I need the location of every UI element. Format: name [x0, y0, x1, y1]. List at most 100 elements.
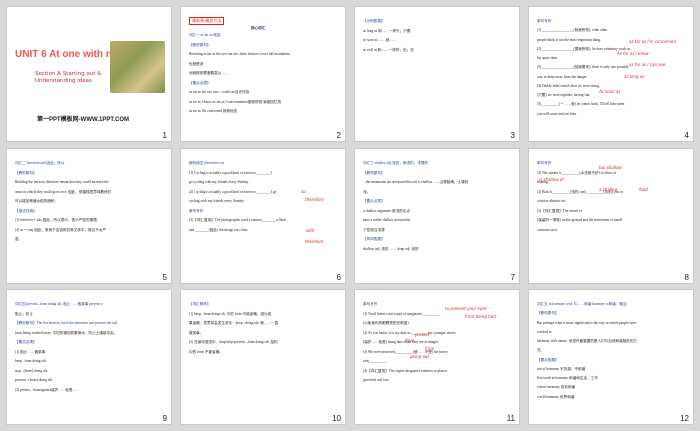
slide-text-line: 【要点点拨】	[189, 80, 211, 85]
answer-annotation: as far as I'm concerned	[629, 39, 676, 44]
slide-text-line: (3)【词汇复现】The photographer used a camera_…	[189, 218, 286, 222]
slide-text-line: (2) As you know, it is my duty to_______…	[363, 330, 456, 335]
slide-text-line: (5)__________(一……就) he comes back, I'll …	[537, 102, 625, 107]
slide-text-line: (1) keep...from doing sth. 中的 from 不能省略，…	[189, 311, 272, 316]
slide-text-line: 密。	[15, 237, 23, 241]
slide-text-line: as far as I'm concerned 就我而言	[189, 109, 238, 113]
slide-thumbnail-12[interactable]: 词汇五 in harmony with 与……和谐 harmony n.和谐，融…	[528, 289, 694, 425]
answer-annotation: too shallow	[599, 165, 622, 170]
slide-text-line: (3)__________________(就我看来), there is on…	[537, 65, 629, 70]
slide-number: 9	[162, 414, 167, 423]
slide-thumbnail-4[interactable]: 单句写作 (1)__________________(就我所知), what ot…	[528, 6, 694, 142]
answer-annotation: As far as I know	[617, 51, 649, 56]
slide-text-line: out of harmony 不协调，不和谐	[537, 366, 586, 371]
slide-text-line: 【要点拓展】	[537, 357, 559, 362]
slide-number: 2	[336, 131, 341, 140]
slide-text-line: 词汇五 in harmony with 与……和谐 harmony n.和谐，融…	[537, 302, 627, 306]
slide-text-line: harmony with nature. 但或许最重要的是人们与自然和谐相处的方	[537, 339, 638, 344]
answer-annotation: protect	[415, 332, 430, 337]
slide-number: 5	[162, 273, 167, 282]
slide-thumbnail-10[interactable]: 【词汇辨析】 (1) keep...from doing sth. 中的 from…	[180, 289, 346, 425]
slide-text-line: Building the terraces therefore meant th…	[15, 180, 109, 184]
answer-annotation: with	[306, 228, 315, 233]
slide-text-line: rain__________.	[363, 359, 388, 363]
slide-text-line: creatures on it.	[537, 227, 559, 232]
slide-text-line: 【教材原句】The flat terraces catch the rainwa…	[15, 321, 118, 325]
slide-text-line: 【教材原句】	[189, 42, 211, 47]
slide-thumbnail-6[interactable]: 辨析填空 (therefore so) (1) Cycling is actual…	[180, 148, 346, 284]
slide-thumbnail-9[interactable]: 词汇四 prevent...from doing sth. 阻止……做某事 pr…	[6, 289, 172, 425]
slide-text-line: (4)【词汇复现】The expert designed a solution …	[363, 368, 448, 373]
slide-thumbnail-2[interactable]: 课前预·精显方法核心词汇词汇一 as far as 就会 【教材原句】 Reachi…	[180, 6, 346, 142]
slide-text-line: 单句写作	[537, 161, 552, 165]
slide-text-line: 【用法归纳】	[15, 208, 37, 213]
slide-text-line: 做某事。	[189, 330, 204, 335]
answer-annotation: as long as	[624, 74, 645, 79]
slide-number: 11	[506, 414, 515, 423]
slide-number: 12	[680, 414, 689, 423]
slide-text-line: (1) Cycling is actually a good kind of e…	[189, 170, 272, 175]
slide-text-line: (3) We were protected__________(使……不受) t…	[363, 349, 448, 354]
slide-text-line: ...the mountains are steep and the soil …	[363, 180, 469, 184]
slide-text-line: way to keep away from the danger.	[537, 74, 588, 79]
slide-thumbnail-3[interactable]: 【示例拓展】 as long as 和……一样长；只要 so soon as ……就…	[354, 6, 520, 142]
slide-text-line: 【教材原句】	[363, 170, 385, 175]
slide-text-line: 【要点点拨】	[363, 199, 385, 203]
slide-text-line: (1) The stream is__________(水浅而不好) to al…	[537, 170, 617, 175]
answer-annotation: so	[301, 189, 306, 194]
slide-number: 8	[684, 273, 689, 282]
slide-thumbnail-7[interactable]: 词汇三 shallow adj.浅的；肤浅的；浅薄的 【教材原句】 ...the m…	[354, 148, 520, 284]
slide-text-line: 辨析填空 (therefore so)	[189, 161, 224, 165]
slide-text-line: 单句写作	[537, 19, 552, 23]
slide-text-line: (以免使你的眼睛受阳光刺激).	[363, 321, 410, 325]
slide-text-line: worked in	[537, 329, 552, 334]
slide-text-line: (2) 在被动语态中，keep/stop/prevent...from doin…	[189, 340, 278, 344]
slide-text-line: from being washed away. 平坦的梯田收集雨水，防止土壤被冲…	[15, 330, 118, 335]
slide-text-line: (prevent) soil loss.	[363, 378, 390, 382]
slide-text-line: But perhaps what is most significant is …	[537, 320, 637, 325]
slide-thumbnail-5[interactable]: 词汇二 therefore adv.因此；所以 【教材原句】 Building th…	[6, 148, 172, 284]
answer-annotation: from	[405, 338, 415, 343]
terraces-image	[110, 41, 165, 93]
slide-text-line: 【教材原句】	[537, 311, 559, 316]
slide-text-line: have a rather shallow personality	[363, 218, 411, 222]
slide-text-line: go cycling with my friends every Sunday.	[189, 180, 249, 184]
slide-text-line: (2) Cycling is actually a good kind of e…	[189, 189, 277, 194]
slide-text-line: 个性相当浅薄	[363, 227, 385, 232]
answer-annotation: a shallow	[599, 187, 618, 192]
slide-thumbnail-8[interactable]: 单句写作 (1) The stream is__________(水浅而不好) t…	[528, 148, 694, 284]
slide-text-line: 词汇一 as far as 就会	[189, 33, 221, 37]
slide-text-line: cycling with my friends every Sunday.	[189, 199, 245, 203]
section-line: Section A Starting out &	[35, 71, 102, 77]
slide-text-line: 单句写作	[189, 208, 204, 213]
slide-text-line: 【词汇辨析】	[189, 302, 211, 306]
answer-annotation: is shallow of	[539, 177, 564, 182]
slide-thumbnail-1[interactable]: UNIT 6 At one with nature Section A Start…	[6, 6, 172, 142]
slide-text-line: live/work in harmony 和谐地生活，工作	[537, 376, 598, 381]
answer-annotation: food	[639, 187, 648, 192]
slide-text-line: Reaching as far as the eye can see, thes…	[189, 52, 292, 56]
slide-text-line: 可以增加种植水稻的面积。	[15, 199, 59, 203]
answer-annotation: therefore	[305, 239, 324, 244]
slide-text-line: as far as the eye can：could see目光所及	[189, 90, 250, 94]
slide-text-line: (保留的一堆堆) on the ground and the movement …	[537, 218, 622, 222]
answer-annotation: As soon as	[599, 89, 621, 94]
slide-number: 7	[510, 273, 515, 282]
slide-text-line: (2) protect...from/against保护……免受……	[15, 387, 80, 392]
slide-text-line: 词汇二 therefore adv.因此；所以	[15, 161, 65, 165]
section-box-label: 课前预·精显方法	[189, 17, 225, 25]
slide-text-line: 单句写作	[363, 302, 378, 306]
answer-annotation: going out	[410, 354, 429, 359]
slide-text-line: a shallow argument 肤浅的论点	[363, 208, 410, 213]
section-line: Understanding ideas	[35, 78, 92, 85]
slide-text-line: criticise abstract art.	[537, 199, 567, 203]
slide-thumbnail-11[interactable]: 单句写作 (1) You'd better wear a pair of sung…	[354, 289, 520, 425]
slide-text-line: 果省略，意思将会发生变化：keep...doing sth. 使……一直	[189, 321, 279, 325]
slide-text-line: world harmony 世界和谐	[537, 394, 575, 399]
slide-text-line: areas in which they could grow rice. 因此，…	[15, 189, 112, 194]
slide-text-line: 式。	[537, 348, 545, 353]
slide-text-line: as far as I know as far as I can remembe…	[189, 99, 282, 104]
slide-subtitle: 核心词汇	[251, 26, 266, 30]
slide-text-line: 【构词拓展】	[363, 237, 385, 241]
slide-text-line: colour harmony 色彩和谐	[537, 385, 576, 390]
